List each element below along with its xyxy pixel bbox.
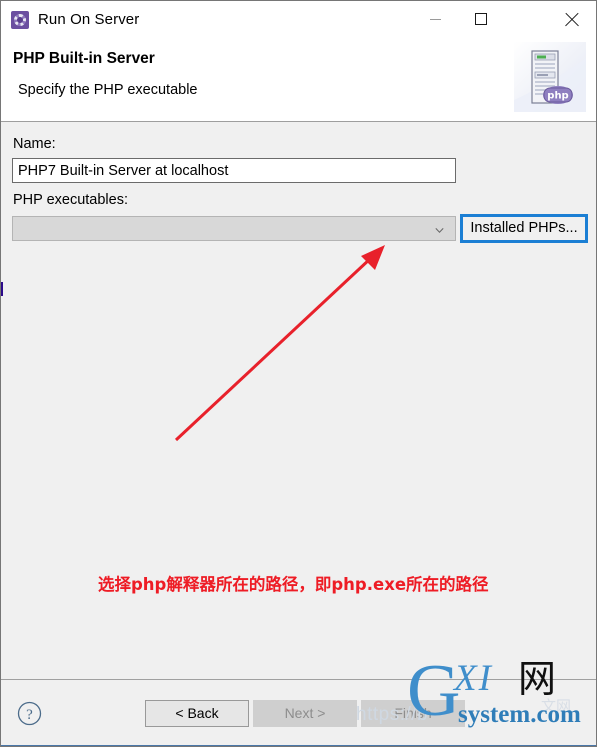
watermark-logo-domain: system.com	[458, 701, 581, 728]
left-edge-accent	[1, 282, 3, 296]
page-title: PHP Built-in Server	[13, 50, 155, 67]
next-button: Next >	[253, 700, 357, 727]
php-badge-label: php	[547, 91, 568, 102]
wizard-header: PHP Built-in Server Specify the PHP exec…	[1, 38, 596, 122]
help-icon[interactable]: ?	[17, 701, 42, 726]
watermark-logo: G XI 网 system.com	[407, 654, 596, 730]
maximize-icon	[475, 13, 487, 25]
title-bar[interactable]: Run On Server	[1, 1, 596, 38]
watermark-logo-g: G	[407, 650, 461, 732]
svg-text:?: ?	[26, 707, 33, 723]
run-on-server-icon	[11, 10, 29, 29]
window-title: Run On Server	[38, 11, 140, 28]
name-label: Name:	[13, 136, 56, 152]
watermark-logo-cn: 网	[518, 657, 557, 701]
watermark-logo-xi: XI	[454, 658, 493, 699]
minimize-button[interactable]	[412, 1, 458, 37]
page-subtitle: Specify the PHP executable	[18, 82, 198, 98]
name-input[interactable]	[12, 158, 456, 183]
annotation-text: 选择php解释器所在的路径，即php.exe所在的路径	[98, 575, 489, 594]
back-button[interactable]: < Back	[145, 700, 249, 727]
close-button[interactable]	[548, 1, 594, 37]
php-executables-label: PHP executables:	[13, 192, 128, 208]
run-on-server-dialog: Run On Server PHP Built-in Server Specif…	[0, 0, 597, 747]
close-icon	[564, 12, 579, 27]
chevron-down-icon	[435, 228, 444, 233]
php-server-icon: php	[514, 42, 586, 112]
installed-phps-button[interactable]: Installed PHPs...	[462, 216, 586, 241]
wizard-body: Name: PHP executables: Installed PHPs...…	[1, 122, 596, 679]
php-executables-combo[interactable]	[12, 216, 456, 241]
maximize-button[interactable]	[458, 1, 504, 37]
minimize-icon	[429, 18, 441, 20]
